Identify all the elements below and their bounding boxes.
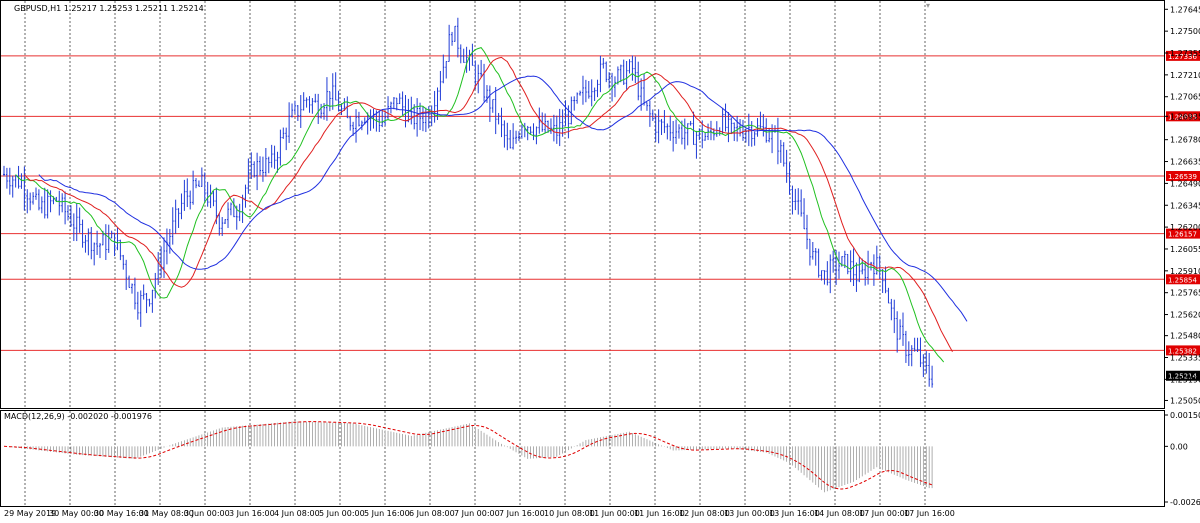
- level-price-label: 1.25854: [1168, 276, 1197, 284]
- time-tick-label: 4 Jun 08:00: [274, 509, 320, 518]
- symbol-info: GBPUSD,H1 1.25217 1.25253 1.25211 1.2521…: [14, 4, 204, 13]
- price-tick-label: 1.26490: [1170, 179, 1200, 188]
- time-tick-label: 7 Jun 16:00: [499, 509, 545, 518]
- time-tick-label: 17 Jun 00:00: [859, 509, 910, 518]
- price-tick-label: 1.26935: [1170, 112, 1200, 121]
- time-tick-label: 14 Jun 08:00: [814, 509, 865, 518]
- price-tick-label: 1.26055: [1170, 245, 1200, 254]
- time-tick-label: 5 Jun 16:00: [364, 509, 410, 518]
- time-tick-label: 6 Jun 08:00: [409, 509, 455, 518]
- time-tick-label: 5 Jun 00:00: [319, 509, 365, 518]
- macd-tick-label: 0.001501: [1170, 411, 1200, 420]
- price-tick-label: 1.25050: [1170, 396, 1200, 405]
- price-tick-label: 1.27210: [1170, 71, 1200, 80]
- time-axis[interactable]: 29 May 201930 May 00:0030 May 16:0031 Ma…: [4, 509, 955, 518]
- price-tick-label: 1.25620: [1170, 311, 1200, 320]
- price-tick-label: 1.27645: [1170, 5, 1200, 14]
- time-tick-label: 13 Jun 00:00: [724, 509, 775, 518]
- time-tick-label: 3 Jun 16:00: [229, 509, 275, 518]
- time-tick-label: 10 Jun 08:00: [544, 509, 595, 518]
- price-tick-label: 1.25190: [1170, 375, 1200, 384]
- price-tick-label: 1.25765: [1170, 289, 1200, 298]
- price-tick-label: 1.25910: [1170, 267, 1200, 276]
- price-tick-label: 1.26200: [1170, 223, 1200, 232]
- macd-label: MACD(12,26,9) -0.002020 -0.001976: [4, 412, 152, 421]
- price-tick-label: 1.25480: [1170, 332, 1200, 341]
- price-tick-label: 1.27355: [1170, 49, 1200, 58]
- scroll-marker-icon: ▾: [926, 1, 930, 10]
- price-tick-label: 1.27065: [1170, 93, 1200, 102]
- time-tick-label: 3 Jun 00:00: [184, 509, 230, 518]
- price-tick-label: 1.26635: [1170, 158, 1200, 167]
- price-tick-label: 1.25335: [1170, 354, 1200, 363]
- macd-tick-label: 0.00: [1170, 442, 1188, 451]
- macd-tick-label: -0.002665: [1170, 498, 1200, 507]
- time-tick-label: 11 Jun 16:00: [634, 509, 685, 518]
- time-tick-label: 13 Jun 16:00: [769, 509, 820, 518]
- price-tick-label: 1.27500: [1170, 27, 1200, 36]
- trading-chart[interactable]: 1.273361.269351.265391.261571.258541.253…: [0, 0, 1200, 523]
- time-tick-label: 7 Jun 00:00: [454, 509, 500, 518]
- price-tick-label: 1.26780: [1170, 136, 1200, 145]
- time-tick-label: 11 Jun 00:00: [589, 509, 640, 518]
- time-tick-label: 17 Jun 16:00: [904, 509, 955, 518]
- price-tick-label: 1.26345: [1170, 201, 1200, 210]
- time-tick-label: 12 Jun 08:00: [679, 509, 730, 518]
